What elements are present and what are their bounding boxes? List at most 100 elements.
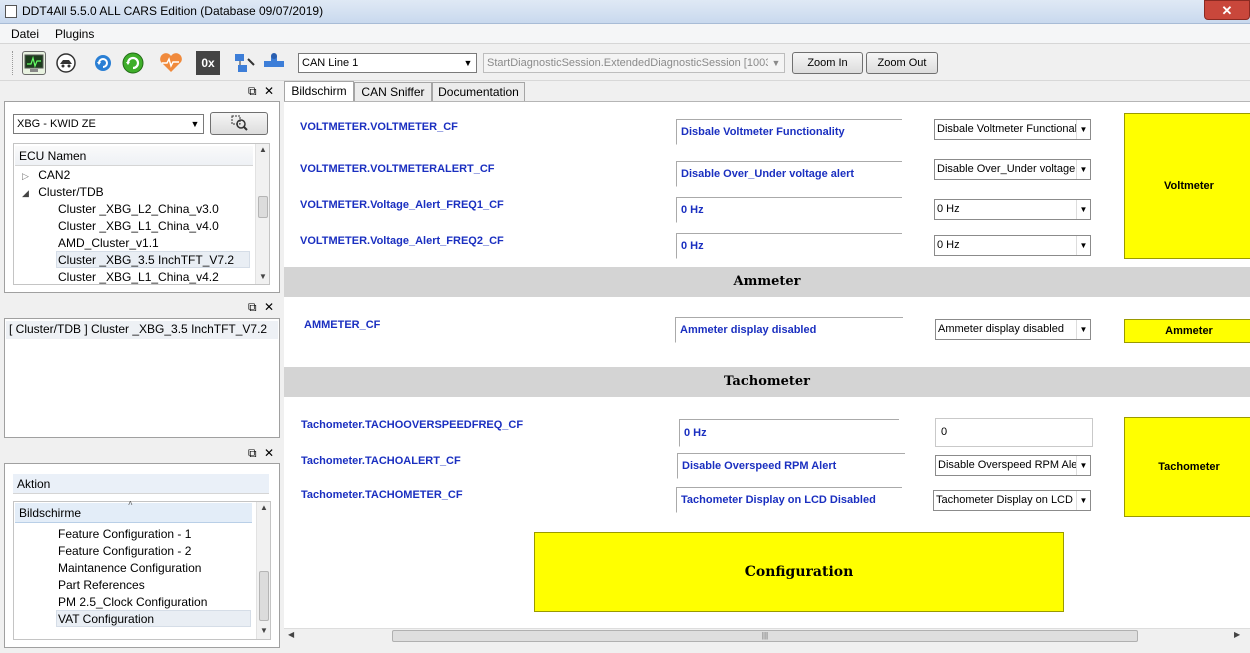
heart-monitor-icon[interactable]	[158, 51, 182, 75]
car-scan-icon[interactable]	[54, 51, 78, 75]
param-value: Disbale Voltmeter Functionality	[676, 119, 902, 145]
hex-mode-icon[interactable]: 0x	[196, 51, 220, 75]
screens-list: Bildschirme ˄ Feature Configuration - 1 …	[13, 499, 271, 640]
settings-pipe-icon[interactable]	[262, 51, 286, 75]
chevron-down-icon: ▼	[187, 115, 203, 133]
chevron-down-icon: ▼	[1076, 236, 1090, 255]
tree-item-ecu[interactable]: Cluster _XBG_L1_China_v4.0	[58, 218, 219, 235]
zoom-in-button[interactable]: Zoom In	[792, 52, 863, 74]
param-select[interactable]: Tachometer Display on LCD D ▼	[933, 490, 1091, 511]
param-select-value: Ammeter display disabled	[938, 323, 1064, 335]
scroll-up-icon[interactable]: ▲	[257, 503, 271, 512]
screen-item[interactable]: Part References	[58, 577, 145, 594]
monitor-icon[interactable]	[22, 51, 46, 75]
param-value: Ammeter display disabled	[675, 317, 903, 343]
expand-icon[interactable]: ▷	[22, 171, 29, 181]
screen-item[interactable]: Maintanence Configuration	[58, 560, 201, 577]
network-icon[interactable]	[232, 51, 256, 75]
ammeter-button[interactable]: Ammeter	[1124, 319, 1250, 343]
toolbar-grip	[12, 51, 14, 75]
param-name: Tachometer.TACHOOVERSPEEDFREQ_CF	[301, 419, 524, 431]
ecu-tree-scrollbar[interactable]: ▲ ▼	[255, 144, 269, 284]
scroll-thumb[interactable]	[258, 196, 268, 218]
param-select-value: Tachometer Display on LCD D	[936, 494, 1084, 506]
scroll-down-icon[interactable]: ▼	[257, 626, 271, 635]
menu-plugins[interactable]: Plugins	[55, 27, 94, 41]
param-value: Disable Overspeed RPM Alert	[677, 453, 905, 479]
param-value: 0 Hz	[676, 197, 902, 223]
param-name: Tachometer.TACHOMETER_CF	[301, 489, 463, 501]
tree-item-ecu[interactable]: AMD_Cluster_v1.1	[58, 235, 159, 252]
zoom-out-button[interactable]: Zoom Out	[866, 52, 938, 74]
screen-item[interactable]: Feature Configuration - 2	[58, 543, 191, 560]
scroll-left-icon[interactable]: ◀	[288, 630, 294, 639]
tree-item-can2[interactable]: ▷ CAN2	[22, 167, 70, 184]
param-value: 0 Hz	[679, 419, 899, 447]
vehicle-select-value: XBG - KWID ZE	[17, 118, 96, 130]
float-icon[interactable]: ⧉	[248, 84, 257, 99]
float-icon[interactable]: ⧉	[248, 300, 257, 315]
selected-ecu-item[interactable]: [ Cluster/TDB ] Cluster _XBG_3.5 InchTFT…	[6, 321, 278, 339]
toolbar: 0x CAN Line 1 ▼ StartDiagnosticSession.E…	[0, 45, 1250, 81]
float-icon[interactable]: ⧉	[248, 446, 257, 461]
chevron-down-icon: ▼	[460, 54, 476, 72]
scroll-right-icon[interactable]: ▶	[1234, 630, 1240, 639]
scan-ecu-button[interactable]	[210, 112, 268, 135]
screen-item-selected[interactable]: VAT Configuration	[56, 610, 251, 627]
screen-hscrollbar[interactable]: ◀ ||| ▶	[284, 628, 1250, 643]
chevron-down-icon: ▼	[768, 54, 784, 72]
auto-refresh-icon[interactable]	[121, 51, 145, 75]
tab-can-sniffer[interactable]: CAN Sniffer	[354, 82, 432, 101]
collapse-icon[interactable]: ◢	[22, 188, 29, 198]
tree-item-cluster-tdb[interactable]: ◢ Cluster/TDB	[22, 184, 104, 201]
voltmeter-button[interactable]: Voltmeter	[1124, 113, 1250, 259]
section-title-tachometer: Tachometer	[284, 367, 1250, 397]
tree-item-ecu[interactable]: Cluster _XBG_L1_China_v4.2	[58, 269, 219, 286]
sort-up-icon: ˄	[128, 499, 133, 508]
param-input[interactable]: 0	[935, 418, 1093, 447]
scroll-up-icon[interactable]: ▲	[256, 145, 270, 154]
param-name: VOLTMETER.VOLTMETER_CF	[300, 121, 458, 133]
dock-header-selected: ⧉ ✕	[246, 300, 280, 316]
param-select-value: Disable Over_Under voltage	[937, 163, 1076, 175]
configuration-button[interactable]: Configuration	[534, 532, 1064, 612]
menu-datei[interactable]: Datei	[11, 27, 39, 41]
ecu-panel: XBG - KWID ZE ▼ ECU Namen ▷ CAN2 ◢ Clust…	[4, 101, 280, 293]
param-select-value: 0 Hz	[937, 239, 960, 251]
scroll-thumb[interactable]: |||	[392, 630, 1138, 642]
tab-bildschirm[interactable]: Bildschirm	[284, 81, 354, 102]
scroll-thumb[interactable]	[259, 571, 269, 621]
close-icon[interactable]: ✕	[264, 84, 274, 98]
screen-item[interactable]: Feature Configuration - 1	[58, 526, 191, 543]
can-line-value: CAN Line 1	[302, 57, 359, 69]
ecu-tree: ECU Namen ▷ CAN2 ◢ Cluster/TDB Cluster _…	[13, 143, 270, 285]
param-select[interactable]: Ammeter display disabled ▼	[935, 319, 1091, 340]
chevron-down-icon: ▼	[1076, 456, 1090, 475]
close-icon[interactable]: ✕	[264, 446, 274, 460]
close-window-button[interactable]: ✕	[1204, 0, 1250, 20]
chevron-down-icon: ▼	[1076, 160, 1090, 179]
tab-documentation[interactable]: Documentation	[432, 82, 525, 101]
can-line-select[interactable]: CAN Line 1 ▼	[298, 53, 477, 73]
tree-item-ecu[interactable]: Cluster _XBG_L2_China_v3.0	[58, 201, 219, 218]
tachometer-button[interactable]: Tachometer	[1124, 417, 1250, 517]
diagnostic-session-select[interactable]: StartDiagnosticSession.ExtendedDiagnosti…	[483, 53, 785, 73]
param-select[interactable]: 0 Hz ▼	[934, 199, 1091, 220]
param-select[interactable]: 0 Hz ▼	[934, 235, 1091, 256]
param-select[interactable]: Disable Over_Under voltage ▼	[934, 159, 1091, 180]
tree-item-label: CAN2	[38, 168, 71, 182]
chevron-down-icon: ▼	[1076, 200, 1090, 219]
scroll-down-icon[interactable]: ▼	[256, 272, 270, 281]
screen-item[interactable]: PM 2.5_Clock Configuration	[58, 594, 207, 611]
param-select[interactable]: Disbale Voltmeter Functionali ▼	[934, 119, 1091, 140]
vehicle-select[interactable]: XBG - KWID ZE ▼	[13, 114, 204, 134]
refresh-icon[interactable]	[91, 51, 115, 75]
close-icon[interactable]: ✕	[264, 300, 274, 314]
chevron-down-icon: ▼	[1076, 491, 1090, 510]
actions-panel: Aktion Bildschirme ˄ Feature Configurati…	[4, 463, 280, 648]
param-name: AMMETER_CF	[304, 319, 381, 331]
tree-item-ecu-selected[interactable]: Cluster _XBG_3.5 InchTFT_V7.2	[56, 251, 250, 268]
screens-scrollbar[interactable]: ▲ ▼	[256, 502, 270, 639]
ecu-tree-header: ECU Namen	[15, 146, 253, 166]
param-select[interactable]: Disable Overspeed RPM Aler ▼	[935, 455, 1091, 476]
